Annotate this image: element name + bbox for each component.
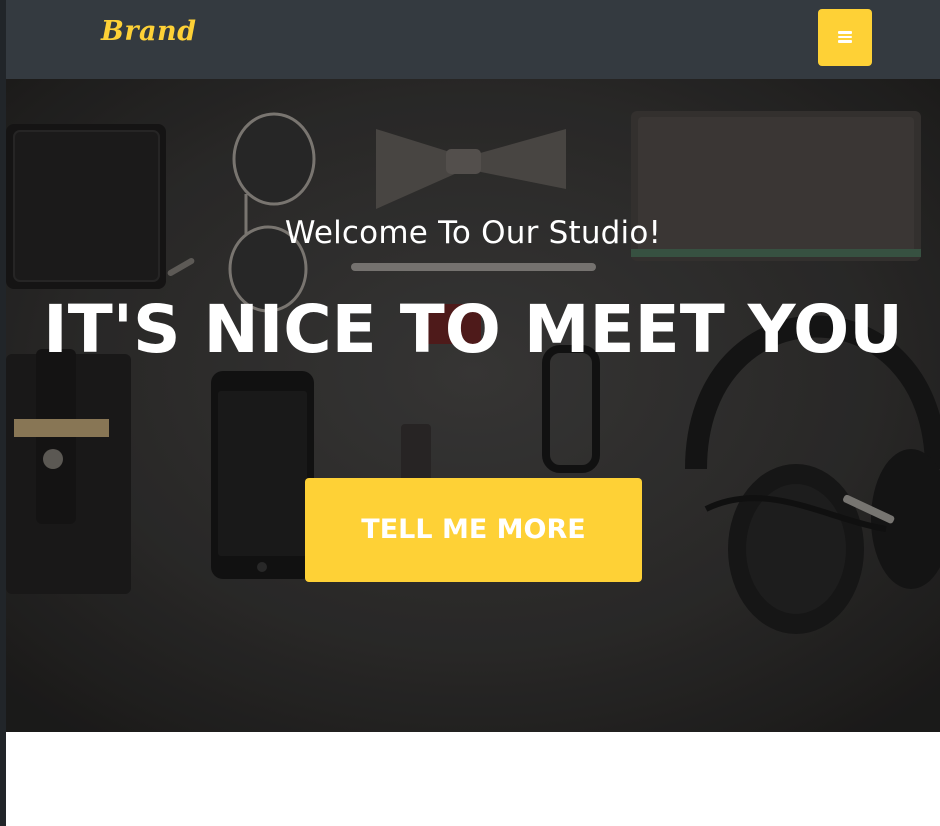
bars-icon <box>838 31 852 43</box>
page: Brand Welcome To Our Studio! IT'S NICE T… <box>6 0 940 826</box>
content-section <box>6 732 940 826</box>
brand-logo[interactable]: Brand <box>101 16 197 47</box>
menu-toggle-button[interactable] <box>818 9 872 66</box>
hero-section: Welcome To Our Studio! IT'S NICE TO MEET… <box>6 79 940 732</box>
navbar: Brand <box>6 0 940 79</box>
hero-heading: IT'S NICE TO MEET YOU <box>43 291 903 368</box>
tell-me-more-button[interactable]: TELL ME MORE <box>305 478 642 582</box>
hero-subheading: Welcome To Our Studio! <box>284 215 662 251</box>
hero-overlay <box>6 79 940 732</box>
